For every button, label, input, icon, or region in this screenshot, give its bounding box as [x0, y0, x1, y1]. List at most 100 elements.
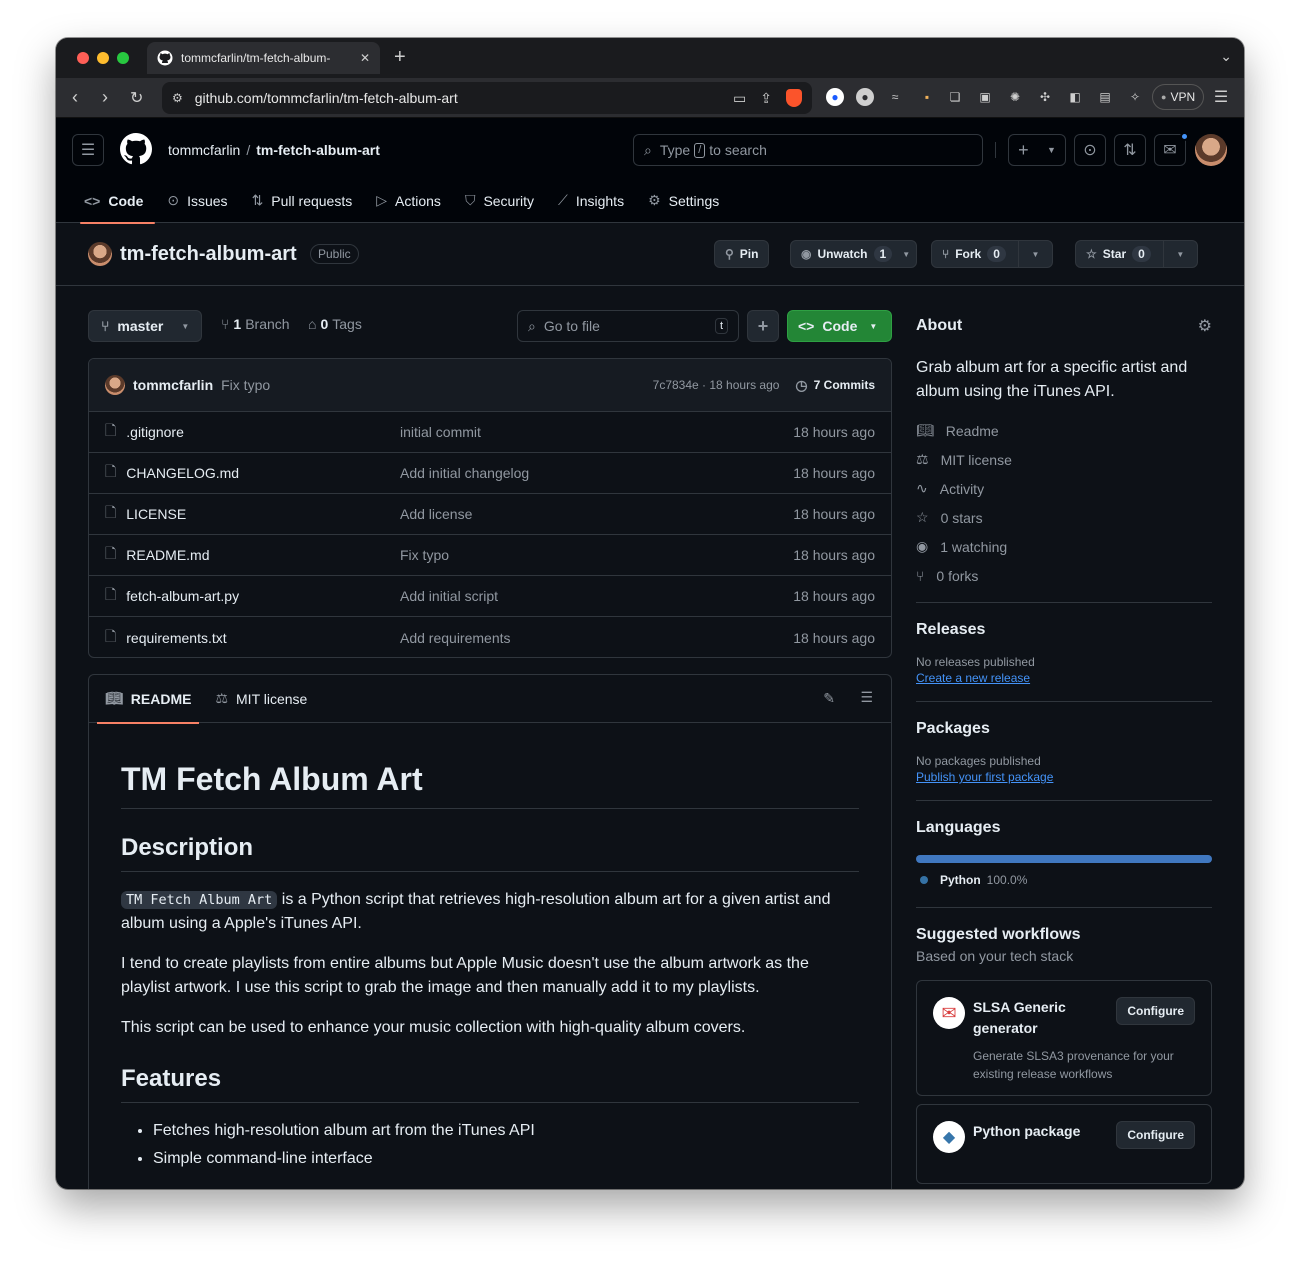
extension-wave-icon[interactable]: ≈	[886, 88, 904, 106]
file-row[interactable]: 🗋 README.md Fix typo 18 hours ago	[89, 535, 891, 576]
extension-puzzle-badge-icon[interactable]: ▪	[918, 88, 936, 106]
brave-shield-icon[interactable]	[786, 89, 802, 107]
forward-button[interactable]: ›	[102, 87, 108, 108]
commit-author[interactable]: tommcfarlin	[133, 377, 213, 393]
owner-avatar[interactable]	[88, 242, 112, 266]
back-button[interactable]: ‹	[72, 87, 78, 108]
commit-hash-time[interactable]: 7c7834e · 18 hours ago	[653, 378, 780, 392]
minimize-window-button[interactable]	[97, 52, 109, 64]
file-commit-message[interactable]: initial commit	[400, 424, 793, 440]
commit-message[interactable]: Fix typo	[221, 377, 653, 393]
file-commit-message[interactable]: Fix typo	[400, 547, 793, 563]
publish-package-link[interactable]: Publish your first package	[916, 770, 1212, 784]
language-item[interactable]: Python 100.0%	[916, 873, 1212, 887]
repo-title[interactable]: tm-fetch-album-art	[120, 243, 297, 266]
browser-menu-icon[interactable]: ☰	[1212, 88, 1230, 106]
commits-link[interactable]: ◷ 7 Commits	[795, 377, 875, 394]
tab-insights[interactable]: ⟋ Insights	[546, 178, 636, 223]
edit-pencil-icon[interactable]: ✎	[823, 690, 835, 707]
extensions-puzzle-icon[interactable]: ✣	[1036, 88, 1054, 106]
file-row[interactable]: 🗋 requirements.txt Add requirements 18 hour…	[89, 617, 891, 657]
releases-title[interactable]: Releases	[916, 621, 1212, 639]
pin-button[interactable]: ⚲ Pin	[714, 240, 770, 268]
configure-button[interactable]: Configure	[1116, 1121, 1195, 1149]
file-name[interactable]: LICENSE	[126, 506, 186, 522]
unwatch-button[interactable]: ◉ Unwatch 1 ▼	[790, 240, 918, 268]
file-row[interactable]: 🗋 fetch-album-art.py Add initial script 18 …	[89, 576, 891, 617]
vpn-button[interactable]: ● VPN	[1152, 84, 1205, 110]
star-dropdown[interactable]: ▼	[1162, 241, 1197, 267]
activity-link[interactable]: ∿ Activity	[916, 474, 1212, 503]
share-icon[interactable]: ⇪	[760, 90, 772, 107]
file-commit-message[interactable]: Add initial script	[400, 588, 793, 604]
file-commit-message[interactable]: Add requirements	[400, 630, 793, 646]
fork-button[interactable]: ⑂ Fork 0 ▼	[931, 240, 1053, 268]
tab-security[interactable]: ⛉ Security	[453, 178, 546, 223]
forks-link[interactable]: ⑂ 0 forks	[916, 561, 1212, 590]
file-row[interactable]: 🗋 CHANGELOG.md Add initial changelog 18 hou…	[89, 453, 891, 494]
fork-dropdown[interactable]: ▼	[1017, 241, 1052, 267]
extension-circle-icon[interactable]: ●	[856, 88, 874, 106]
tags-link[interactable]: ⌂ 0 Tags	[308, 316, 362, 332]
file-row[interactable]: 🗋 LICENSE Add license 18 hours ago	[89, 494, 891, 535]
gear-icon[interactable]: ⚙	[1198, 316, 1212, 336]
file-name[interactable]: requirements.txt	[126, 630, 226, 646]
create-release-link[interactable]: Create a new release	[916, 671, 1212, 685]
stars-link[interactable]: ☆ 0 stars	[916, 503, 1212, 532]
tab-actions[interactable]: ▷ Actions	[364, 178, 453, 223]
breadcrumb-repo[interactable]: tm-fetch-album-art	[256, 142, 380, 158]
issues-button[interactable]: ⊙	[1074, 134, 1106, 166]
global-search-input[interactable]: ⌕ Type / to search	[633, 134, 983, 166]
license-link[interactable]: ⚖ MIT license	[916, 445, 1212, 474]
file-commit-message[interactable]: Add license	[400, 506, 793, 522]
tab-license[interactable]: ⚖ MIT license	[207, 675, 315, 723]
file-name[interactable]: CHANGELOG.md	[126, 465, 239, 481]
breadcrumb-owner[interactable]: tommcfarlin	[168, 142, 240, 158]
star-button[interactable]: ☆ Star 0 ▼	[1075, 240, 1198, 268]
tab-list-chevron-icon[interactable]: ⌄	[1220, 48, 1232, 65]
extension-layers-icon[interactable]: ❏	[946, 88, 964, 106]
commit-author-avatar[interactable]	[105, 375, 125, 395]
tab-issues[interactable]: ⊙ Issues	[155, 178, 239, 223]
file-commit-message[interactable]: Add initial changelog	[400, 465, 793, 481]
file-name[interactable]: .gitignore	[126, 424, 184, 440]
watching-link[interactable]: ◉ 1 watching	[916, 532, 1212, 561]
tab-settings[interactable]: ⚙ Settings	[636, 178, 731, 223]
tab-code-label: Code	[108, 192, 144, 209]
file-row[interactable]: 🗋 .gitignore initial commit 18 hours ago	[89, 412, 891, 453]
extension-window-icon[interactable]: ▣	[976, 88, 994, 106]
tab-readme[interactable]: 📖︎ README	[97, 675, 200, 724]
file-name[interactable]: fetch-album-art.py	[126, 588, 239, 604]
sidebar-icon[interactable]: ◧	[1066, 88, 1084, 106]
site-settings-icon[interactable]: ⚙	[172, 91, 183, 105]
global-menu-button[interactable]: ☰	[72, 134, 104, 166]
branches-link[interactable]: ⑂ 1 Branch	[221, 316, 290, 332]
tab-code[interactable]: <> Code	[72, 178, 156, 224]
github-logo-icon[interactable]	[120, 133, 152, 165]
password-manager-icon[interactable]: ●	[826, 88, 844, 106]
go-to-file-input[interactable]: ⌕ Go to file t	[517, 310, 739, 342]
user-avatar[interactable]	[1195, 134, 1227, 166]
outline-list-icon[interactable]: ☰	[860, 689, 873, 706]
branch-select[interactable]: ⑂ master ▼	[88, 310, 203, 342]
wallet-icon[interactable]: ▤	[1096, 88, 1114, 106]
readme-link[interactable]: 📖︎ Readme	[916, 416, 1212, 445]
close-window-button[interactable]	[77, 52, 89, 64]
file-name[interactable]: README.md	[126, 547, 209, 563]
close-tab-icon[interactable]: ✕	[360, 51, 370, 65]
reload-button[interactable]: ↻	[130, 88, 143, 108]
cast-icon[interactable]: ▭	[733, 90, 746, 107]
new-tab-button[interactable]: +	[394, 46, 406, 69]
tab-pull-requests[interactable]: ⇅ Pull requests	[240, 178, 365, 223]
packages-title[interactable]: Packages	[916, 720, 1212, 738]
add-file-button[interactable]: +	[747, 310, 779, 342]
address-bar[interactable]: ⚙ github.com/tommcfarlin/tm-fetch-album-…	[162, 82, 812, 114]
create-new-button[interactable]: + ▼	[1008, 134, 1066, 166]
configure-button[interactable]: Configure	[1116, 997, 1195, 1025]
browser-tab[interactable]: tommcfarlin/tm-fetch-album- ✕	[147, 42, 380, 74]
pull-requests-button[interactable]: ⇅	[1114, 134, 1146, 166]
zoom-window-button[interactable]	[117, 52, 129, 64]
extension-gear-icon[interactable]: ✺	[1006, 88, 1024, 106]
leo-ai-icon[interactable]: ✧	[1126, 88, 1144, 106]
code-dropdown-button[interactable]: <> Code ▼	[787, 310, 892, 342]
